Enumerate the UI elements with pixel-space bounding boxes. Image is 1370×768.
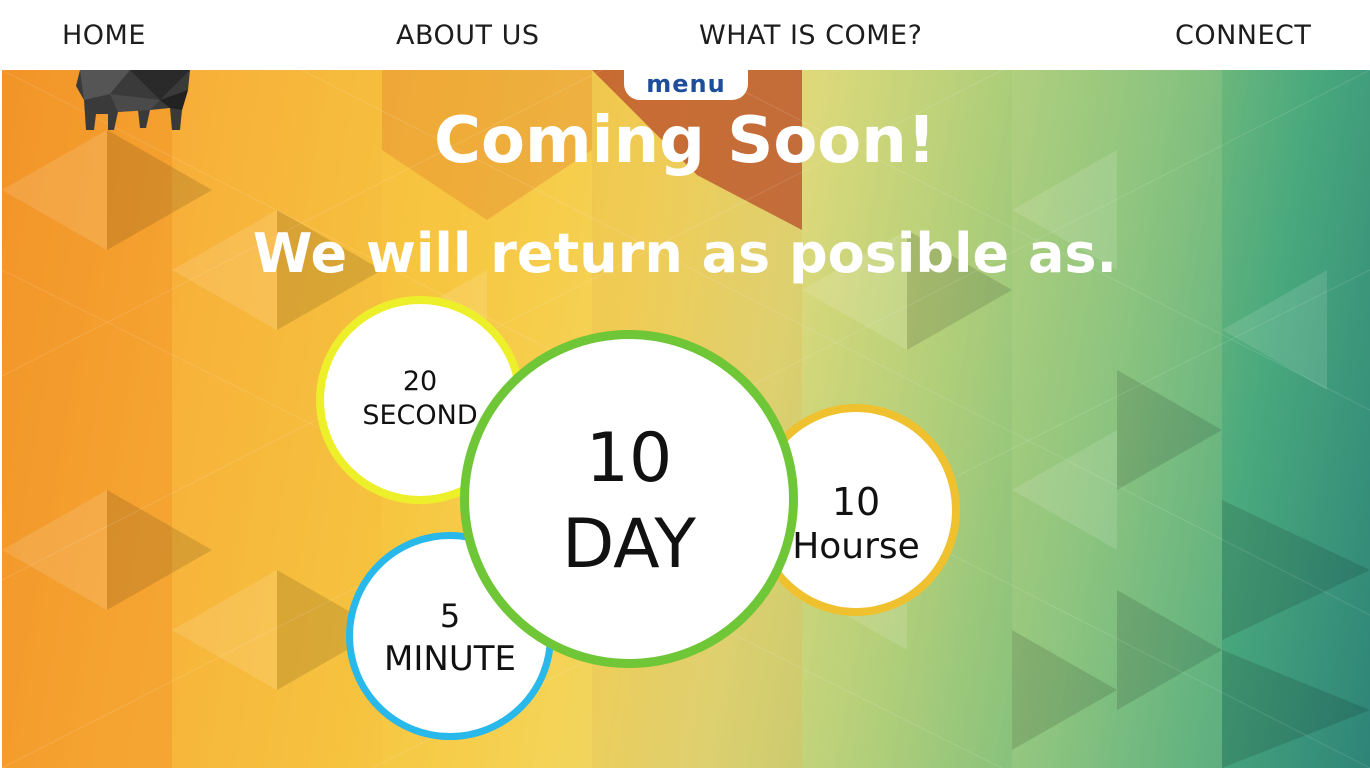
page-subtitle: We will return as posible as. xyxy=(252,222,1118,285)
menu-tab-button[interactable]: menu xyxy=(624,70,748,100)
nav-connect-link[interactable]: CONNECT xyxy=(1175,20,1311,51)
countdown-days: 10 DAY xyxy=(460,330,798,668)
top-navigation: HOME ABOUT US WHAT IS COME? CONNECT xyxy=(0,0,1370,70)
minutes-label: MINUTE xyxy=(384,639,516,679)
days-label: DAY xyxy=(562,505,696,584)
coming-soon-page: HOME ABOUT US WHAT IS COME? CONNECT menu… xyxy=(0,0,1370,768)
menu-tab-label: menu xyxy=(646,70,726,98)
nav-what-is-come-link[interactable]: WHAT IS COME? xyxy=(699,20,922,51)
page-title: Coming Soon! xyxy=(434,104,936,178)
seconds-value: 20 xyxy=(402,366,438,397)
nav-home-link[interactable]: HOME xyxy=(62,20,146,51)
nav-about-us-link[interactable]: ABOUT US xyxy=(396,20,540,51)
days-value: 10 xyxy=(585,419,673,498)
